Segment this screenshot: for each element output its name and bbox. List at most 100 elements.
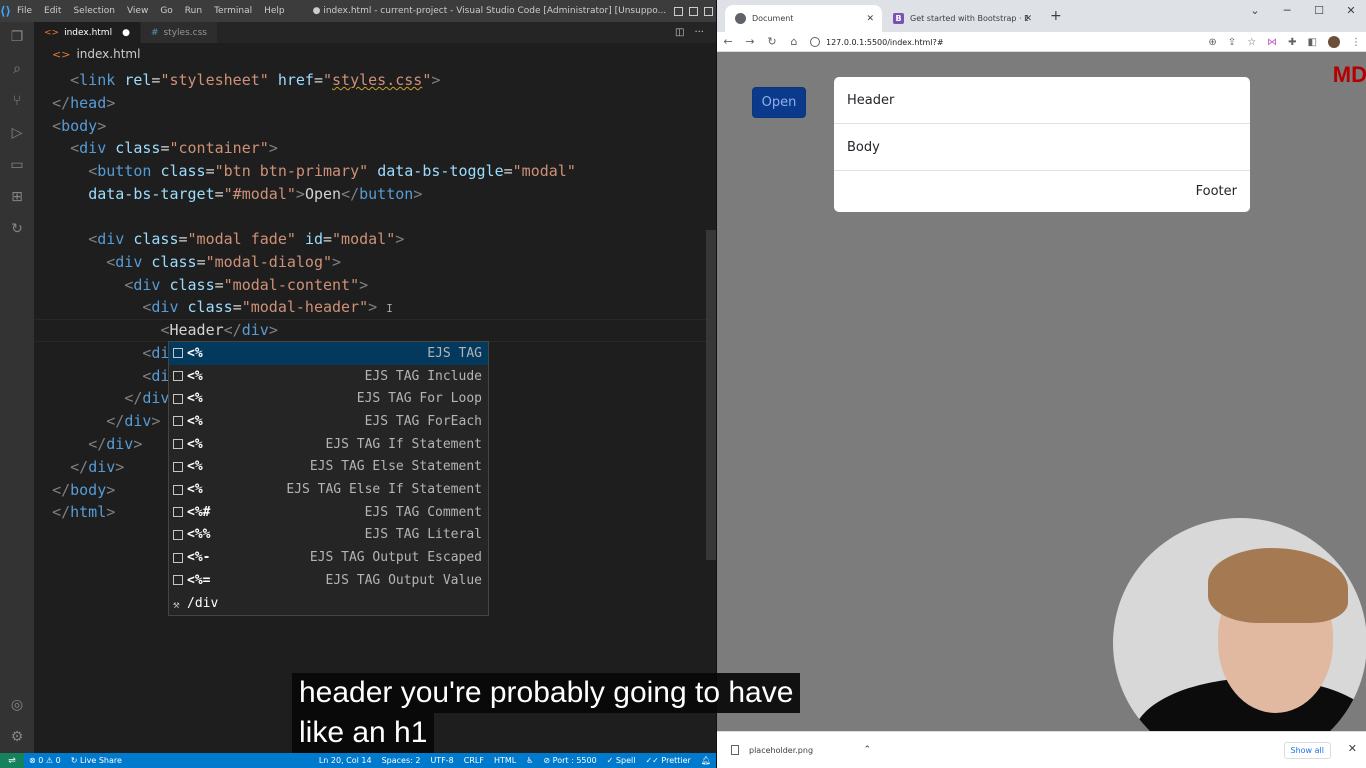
search-icon[interactable]: ⌕: [8, 60, 26, 78]
breadcrumb-file[interactable]: index.html: [76, 47, 140, 61]
subtitle-line: like an h1: [292, 713, 435, 753]
open-modal-button[interactable]: Open: [752, 87, 806, 118]
browser-window-controls: ⌄ ─ ☐ ✕: [1239, 0, 1366, 22]
suggestion-item[interactable]: <%% EJS TAG Literal: [169, 524, 488, 547]
accounts-icon[interactable]: ◎: [8, 696, 26, 714]
encoding[interactable]: UTF-8: [425, 756, 458, 765]
toggle-panel-icon[interactable]: [689, 6, 699, 16]
kebab-menu-icon[interactable]: ⋮: [1351, 37, 1361, 48]
live-share-status[interactable]: ↻ Live Share: [66, 756, 127, 765]
code-line: <div class="modal-content">: [124, 276, 369, 294]
address-bar[interactable]: 127.0.0.1:5500/index.html?#: [810, 34, 1230, 50]
close-icon[interactable]: ✕: [1335, 0, 1366, 22]
reload-icon[interactable]: ↻: [761, 35, 783, 48]
extensions-icon[interactable]: ⊞: [8, 188, 26, 206]
forward-arrow-icon[interactable]: →: [739, 35, 761, 48]
editor-scrollbar[interactable]: [706, 230, 716, 560]
suggestion-item[interactable]: <% EJS TAG Else Statement: [169, 456, 488, 479]
new-tab-icon[interactable]: +: [1050, 8, 1062, 24]
vscode-titlebar: ⟨⟩ File Edit Selection View Go Run Termi…: [0, 0, 808, 22]
problems-indicator[interactable]: ⊗ 0 ⚠ 0: [24, 756, 66, 765]
browser-tab-bootstrap[interactable]: B Get started with Bootstrap · Boo ✕: [883, 5, 1040, 32]
profile-avatar[interactable]: [1328, 36, 1340, 48]
menu-terminal[interactable]: Terminal: [208, 6, 258, 16]
accessibility-icon[interactable]: ♿: [521, 756, 538, 765]
suggestion-item[interactable]: <% EJS TAG For Loop: [169, 387, 488, 410]
menu-go[interactable]: Go: [154, 6, 178, 16]
maximize-icon[interactable]: ☐: [1303, 0, 1335, 22]
extension-icon[interactable]: ⋈: [1267, 37, 1277, 48]
run-debug-icon[interactable]: ▷: [8, 124, 26, 142]
bookmark-star-icon[interactable]: ☆: [1247, 37, 1256, 48]
breadcrumb: <> index.html: [34, 43, 716, 65]
menu-selection[interactable]: Selection: [67, 6, 120, 16]
back-arrow-icon[interactable]: ←: [717, 35, 739, 48]
url-text: 127.0.0.1:5500/index.html?#: [826, 37, 944, 47]
cursor-position[interactable]: Ln 20, Col 14: [314, 756, 377, 765]
close-tab-icon[interactable]: ✕: [866, 14, 874, 24]
share-icon[interactable]: ⇪: [1228, 37, 1236, 48]
menu-file[interactable]: File: [11, 6, 38, 16]
suggestion-item[interactable]: <% EJS TAG If Statement: [169, 433, 488, 456]
explorer-icon[interactable]: ❐: [8, 28, 26, 46]
source-control-icon[interactable]: ⑂: [8, 92, 26, 110]
puzzle-extensions-icon[interactable]: ✚: [1288, 37, 1296, 48]
code-line: <di: [142, 344, 170, 362]
suggestion-item[interactable]: <% EJS TAG: [169, 342, 488, 365]
toggle-secondary-sidebar-icon[interactable]: [704, 6, 714, 16]
notifications-bell-icon[interactable]: 🔔︎: [696, 756, 716, 765]
language-mode[interactable]: HTML: [489, 756, 521, 765]
broadcast-icon: ⊘: [543, 756, 553, 765]
suggestion-item[interactable]: <%- EJS TAG Output Escaped: [169, 546, 488, 569]
site-info-icon[interactable]: [810, 37, 820, 47]
close-download-bar-icon[interactable]: ✕: [1348, 742, 1357, 755]
spell-check[interactable]: ✓ Spell: [602, 756, 641, 765]
split-editor-icon[interactable]: ◫: [675, 27, 684, 38]
snippet-icon: [173, 575, 183, 586]
live-share-icon[interactable]: ↻: [8, 220, 26, 238]
live-server-port[interactable]: ⊘ Port : 5500: [538, 756, 601, 765]
menu-help[interactable]: Help: [258, 6, 291, 16]
suggestion-item[interactable]: <% EJS TAG Else If Statement: [169, 478, 488, 501]
vscode-window: ⟨⟩ File Edit Selection View Go Run Termi…: [0, 0, 808, 768]
suggestion-item[interactable]: ⚒/div: [169, 592, 488, 615]
tab-index-html[interactable]: <> index.html ●: [34, 22, 141, 43]
unsaved-dot-icon[interactable]: ●: [122, 28, 130, 38]
prettier-status[interactable]: ✓✓ Prettier: [640, 756, 695, 765]
browser-toolbar: ← → ↻ ⌂ 127.0.0.1:5500/index.html?# ⊕ ⇪ …: [717, 32, 1366, 52]
toggle-sidebar-icon[interactable]: [674, 6, 684, 16]
tab-styles-css[interactable]: # styles.css: [140, 22, 218, 43]
snippet-icon: [173, 416, 183, 427]
wrench-icon: ⚒: [173, 598, 180, 612]
presenter-hair: [1208, 548, 1348, 623]
snippet-icon: [173, 529, 183, 540]
show-all-downloads-button[interactable]: Show all: [1283, 742, 1331, 759]
suggestion-item[interactable]: <%# EJS TAG Comment: [169, 501, 488, 524]
end-of-line[interactable]: CRLF: [459, 756, 489, 765]
suggestion-item[interactable]: <%= EJS TAG Output Value: [169, 569, 488, 592]
browser-tab-document[interactable]: Document ✕: [725, 5, 882, 32]
subtitle-line: header you're probably going to have: [292, 673, 801, 713]
menu-run[interactable]: Run: [179, 6, 208, 16]
suggestion-item[interactable]: <% EJS TAG ForEach: [169, 410, 488, 433]
html-file-icon: <>: [52, 47, 71, 61]
remote-indicator-icon[interactable]: ⇌: [0, 753, 24, 768]
indentation[interactable]: Spaces: 2: [377, 756, 426, 765]
tab-label: index.html: [64, 27, 113, 38]
code-line: </head>: [52, 94, 116, 112]
more-actions-icon[interactable]: ···: [694, 27, 704, 38]
code-line: </div>: [106, 412, 161, 430]
chevron-up-icon[interactable]: ⌃: [863, 745, 871, 755]
zoom-icon[interactable]: ⊕: [1208, 37, 1216, 48]
home-icon[interactable]: ⌂: [783, 35, 805, 48]
autocomplete-suggestions: <% EJS TAG <% EJS TAG Include <% EJS TAG Fo…: [168, 341, 489, 616]
settings-gear-icon[interactable]: ⚙: [8, 728, 26, 746]
suggestion-item[interactable]: <% EJS TAG Include: [169, 365, 488, 388]
menu-view[interactable]: View: [121, 6, 154, 16]
minimize-icon[interactable]: ─: [1271, 0, 1303, 22]
side-panel-icon[interactable]: ◧: [1308, 37, 1317, 48]
remote-explorer-icon[interactable]: ▭: [8, 156, 26, 174]
close-tab-icon[interactable]: ✕: [1024, 14, 1032, 24]
tab-search-icon[interactable]: ⌄: [1239, 0, 1271, 22]
menu-edit[interactable]: Edit: [38, 6, 67, 16]
